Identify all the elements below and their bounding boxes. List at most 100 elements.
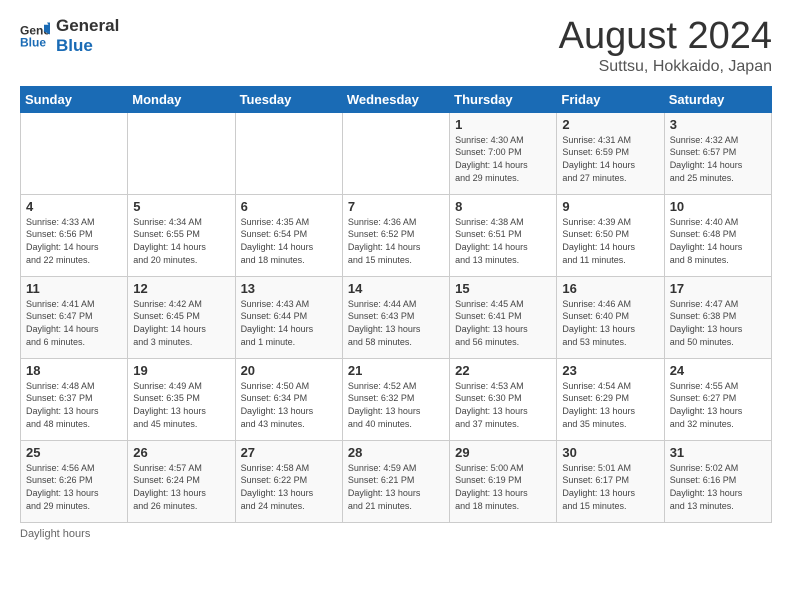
day-number: 13 <box>241 281 337 296</box>
day-number: 20 <box>241 363 337 378</box>
day-cell: 12Sunrise: 4:42 AM Sunset: 6:45 PM Dayli… <box>128 276 235 358</box>
day-cell: 27Sunrise: 4:58 AM Sunset: 6:22 PM Dayli… <box>235 440 342 522</box>
day-info: Sunrise: 4:58 AM Sunset: 6:22 PM Dayligh… <box>241 462 337 512</box>
day-cell: 25 Sunrise: 4:56 AM Sunset: 6:26 PM Dayli… <box>21 440 128 522</box>
day-info: Sunrise: 4:43 AM Sunset: 6:44 PM Dayligh… <box>241 298 337 348</box>
day-cell: 18 Sunrise: 4:48 AM Sunset: 6:37 PM Dayli… <box>21 358 128 440</box>
day-cell <box>21 112 128 194</box>
day-header-cell: Wednesday <box>342 86 449 112</box>
day-cell: 19Sunrise: 4:49 AM Sunset: 6:35 PM Dayli… <box>128 358 235 440</box>
day-info: Sunrise: 4:40 AM Sunset: 6:48 PM Dayligh… <box>670 216 766 266</box>
day-info: Sunrise: 4:36 AM Sunset: 6:52 PM Dayligh… <box>348 216 444 266</box>
day-info: Sunrise: 4:39 AM Sunset: 6:50 PM Dayligh… <box>562 216 658 266</box>
day-number: 6 <box>241 199 337 214</box>
day-info: Sunrise: 4:46 AM Sunset: 6:40 PM Dayligh… <box>562 298 658 348</box>
logo: General Blue General Blue <box>20 16 119 55</box>
svg-text:Blue: Blue <box>20 35 46 49</box>
day-number: 16 <box>562 281 658 296</box>
day-info: Sunrise: 4:56 AM Sunset: 6:26 PM Dayligh… <box>26 462 122 512</box>
week-row: 1 Sunrise: 4:30 AM Sunset: 7:00 PM Daylig… <box>21 112 772 194</box>
day-cell: 21Sunrise: 4:52 AM Sunset: 6:32 PM Dayli… <box>342 358 449 440</box>
day-number: 18 <box>26 363 122 378</box>
day-number: 2 <box>562 117 658 132</box>
day-number: 14 <box>348 281 444 296</box>
day-cell: 3Sunrise: 4:32 AM Sunset: 6:57 PM Daylig… <box>664 112 771 194</box>
day-info: Sunrise: 5:00 AM Sunset: 6:19 PM Dayligh… <box>455 462 551 512</box>
day-cell: 22 Sunrise: 4:53 AM Sunset: 6:30 PM Dayli… <box>450 358 557 440</box>
main-title: August 2024 <box>559 16 772 58</box>
day-number: 1 <box>455 117 551 132</box>
day-cell: 7 Sunrise: 4:36 AM Sunset: 6:52 PM Daylig… <box>342 194 449 276</box>
day-info: Sunrise: 4:38 AM Sunset: 6:51 PM Dayligh… <box>455 216 551 266</box>
day-info: Sunrise: 4:57 AM Sunset: 6:24 PM Dayligh… <box>133 462 229 512</box>
day-number: 23 <box>562 363 658 378</box>
day-cell: 1 Sunrise: 4:30 AM Sunset: 7:00 PM Daylig… <box>450 112 557 194</box>
day-cell: 10 Sunrise: 4:40 AM Sunset: 6:48 PM Dayli… <box>664 194 771 276</box>
day-cell: 20 Sunrise: 4:50 AM Sunset: 6:34 PM Dayli… <box>235 358 342 440</box>
day-info: Sunrise: 4:45 AM Sunset: 6:41 PM Dayligh… <box>455 298 551 348</box>
day-info: Sunrise: 4:44 AM Sunset: 6:43 PM Dayligh… <box>348 298 444 348</box>
day-number: 9 <box>562 199 658 214</box>
day-number: 11 <box>26 281 122 296</box>
day-cell: 23 Sunrise: 4:54 AM Sunset: 6:29 PM Dayli… <box>557 358 664 440</box>
day-info: Sunrise: 4:34 AM Sunset: 6:55 PM Dayligh… <box>133 216 229 266</box>
day-cell <box>235 112 342 194</box>
day-info: Sunrise: 4:55 AM Sunset: 6:27 PM Dayligh… <box>670 380 766 430</box>
logo-general: General <box>56 16 119 36</box>
day-number: 4 <box>26 199 122 214</box>
day-cell: 29Sunrise: 5:00 AM Sunset: 6:19 PM Dayli… <box>450 440 557 522</box>
day-cell: 15 Sunrise: 4:45 AM Sunset: 6:41 PM Dayli… <box>450 276 557 358</box>
page: General Blue General Blue August 2024 Su… <box>0 0 792 612</box>
day-number: 26 <box>133 445 229 460</box>
day-cell: 31 Sunrise: 5:02 AM Sunset: 6:16 PM Dayli… <box>664 440 771 522</box>
day-number: 10 <box>670 199 766 214</box>
day-cell: 26 Sunrise: 4:57 AM Sunset: 6:24 PM Dayli… <box>128 440 235 522</box>
week-row: 18 Sunrise: 4:48 AM Sunset: 6:37 PM Dayli… <box>21 358 772 440</box>
day-cell: 14 Sunrise: 4:44 AM Sunset: 6:43 PM Dayli… <box>342 276 449 358</box>
day-cell: 9 Sunrise: 4:39 AM Sunset: 6:50 PM Daylig… <box>557 194 664 276</box>
day-number: 19 <box>133 363 229 378</box>
day-info: Sunrise: 5:02 AM Sunset: 6:16 PM Dayligh… <box>670 462 766 512</box>
day-cell: 5Sunrise: 4:34 AM Sunset: 6:55 PM Daylig… <box>128 194 235 276</box>
logo-blue: Blue <box>56 36 119 56</box>
day-number: 17 <box>670 281 766 296</box>
day-info: Sunrise: 4:53 AM Sunset: 6:30 PM Dayligh… <box>455 380 551 430</box>
day-cell: 28 Sunrise: 4:59 AM Sunset: 6:21 PM Dayli… <box>342 440 449 522</box>
day-cell: 8 Sunrise: 4:38 AM Sunset: 6:51 PM Daylig… <box>450 194 557 276</box>
day-info: Sunrise: 4:59 AM Sunset: 6:21 PM Dayligh… <box>348 462 444 512</box>
day-info: Sunrise: 4:48 AM Sunset: 6:37 PM Dayligh… <box>26 380 122 430</box>
day-cell: 11Sunrise: 4:41 AM Sunset: 6:47 PM Dayli… <box>21 276 128 358</box>
day-number: 7 <box>348 199 444 214</box>
week-row: 25 Sunrise: 4:56 AM Sunset: 6:26 PM Dayli… <box>21 440 772 522</box>
title-block: August 2024 Suttsu, Hokkaido, Japan <box>559 16 772 76</box>
day-cell: 24Sunrise: 4:55 AM Sunset: 6:27 PM Dayli… <box>664 358 771 440</box>
day-number: 15 <box>455 281 551 296</box>
day-number: 28 <box>348 445 444 460</box>
day-header-row: SundayMondayTuesdayWednesdayThursdayFrid… <box>21 86 772 112</box>
day-header-cell: Tuesday <box>235 86 342 112</box>
day-number: 22 <box>455 363 551 378</box>
day-number: 25 <box>26 445 122 460</box>
day-number: 31 <box>670 445 766 460</box>
week-row: 4Sunrise: 4:33 AM Sunset: 6:56 PM Daylig… <box>21 194 772 276</box>
day-info: Sunrise: 4:47 AM Sunset: 6:38 PM Dayligh… <box>670 298 766 348</box>
day-info: Sunrise: 4:30 AM Sunset: 7:00 PM Dayligh… <box>455 134 551 184</box>
day-info: Sunrise: 4:52 AM Sunset: 6:32 PM Dayligh… <box>348 380 444 430</box>
day-cell <box>128 112 235 194</box>
day-info: Sunrise: 4:54 AM Sunset: 6:29 PM Dayligh… <box>562 380 658 430</box>
day-number: 8 <box>455 199 551 214</box>
day-number: 3 <box>670 117 766 132</box>
day-header-cell: Monday <box>128 86 235 112</box>
calendar-table: SundayMondayTuesdayWednesdayThursdayFrid… <box>20 86 772 523</box>
day-cell: 2 Sunrise: 4:31 AM Sunset: 6:59 PM Daylig… <box>557 112 664 194</box>
day-info: Sunrise: 4:31 AM Sunset: 6:59 PM Dayligh… <box>562 134 658 184</box>
week-row: 11Sunrise: 4:41 AM Sunset: 6:47 PM Dayli… <box>21 276 772 358</box>
day-cell: 13 Sunrise: 4:43 AM Sunset: 6:44 PM Dayli… <box>235 276 342 358</box>
day-header-cell: Thursday <box>450 86 557 112</box>
day-info: Sunrise: 4:50 AM Sunset: 6:34 PM Dayligh… <box>241 380 337 430</box>
day-cell <box>342 112 449 194</box>
day-cell: 30Sunrise: 5:01 AM Sunset: 6:17 PM Dayli… <box>557 440 664 522</box>
day-cell: 17 Sunrise: 4:47 AM Sunset: 6:38 PM Dayli… <box>664 276 771 358</box>
day-cell: 6 Sunrise: 4:35 AM Sunset: 6:54 PM Daylig… <box>235 194 342 276</box>
day-info: Sunrise: 4:35 AM Sunset: 6:54 PM Dayligh… <box>241 216 337 266</box>
